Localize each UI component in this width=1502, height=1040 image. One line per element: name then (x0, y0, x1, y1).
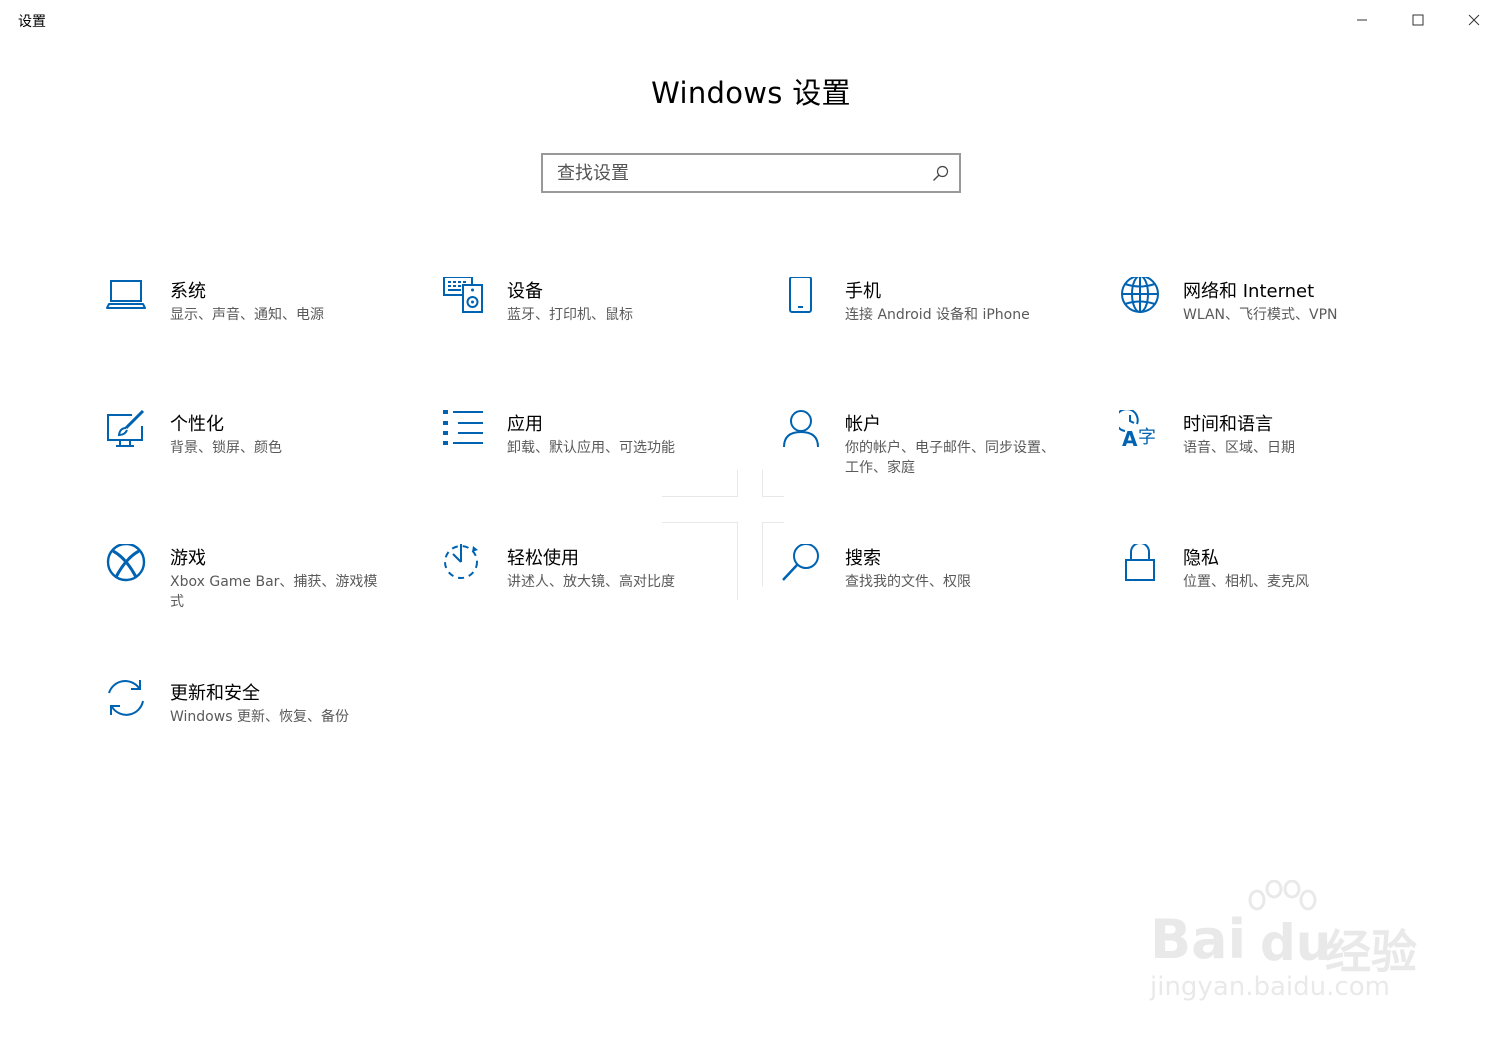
tile-description: 语音、区域、日期 (1183, 440, 1295, 456)
tile-title: 帐户 (845, 414, 881, 435)
tile-title: 游戏 (170, 548, 206, 569)
reveal-line (762, 470, 763, 496)
minimize-button[interactable] (1334, 0, 1390, 40)
tile-system[interactable]: 系统 显示、声音、通知、电源 (106, 277, 406, 377)
tile-description: 连接 Android 设备和 iPhone (845, 307, 1030, 323)
globe-icon (1119, 277, 1163, 321)
tile-description: 蓝牙、打印机、鼠标 (507, 307, 633, 323)
tile-privacy[interactable]: 隐私 位置、相机、麦克风 (1119, 544, 1419, 644)
tile-search[interactable]: 搜索 查找我的文件、权限 (781, 544, 1081, 644)
tile-time-language[interactable]: A 字 时间和语言 语音、区域、日期 (1119, 410, 1419, 510)
lock-icon (1119, 544, 1163, 588)
paint-icon (106, 410, 150, 454)
tile-description: 卸载、默认应用、可选功能 (507, 440, 675, 456)
time-language-icon: A 字 (1119, 410, 1163, 454)
tile-update-security[interactable]: 更新和安全 Windows 更新、恢复、备份 (106, 679, 406, 779)
watermark-url: jingyan.baidu.com (1150, 972, 1390, 1002)
laptop-icon (106, 277, 150, 321)
tile-description: Xbox Game Bar、捕获、游戏模式 (170, 574, 378, 610)
tile-accounts[interactable]: 帐户 你的帐户、电子邮件、同步设置、工作、家庭 (781, 410, 1081, 510)
watermark-brand: Bai (1150, 908, 1247, 971)
tile-description: Windows 更新、恢复、备份 (170, 709, 349, 725)
close-button[interactable] (1446, 0, 1502, 40)
svg-text:A: A (1122, 427, 1138, 451)
tile-description: 位置、相机、麦克风 (1183, 574, 1309, 590)
svg-text:字: 字 (1138, 427, 1156, 448)
person-icon (781, 410, 825, 454)
tile-title: 搜索 (845, 548, 881, 569)
tile-title: 隐私 (1183, 548, 1219, 569)
tile-apps[interactable]: 应用 卸载、默认应用、可选功能 (443, 410, 743, 510)
title-bar: 设置 (0, 0, 1502, 40)
tile-title: 轻松使用 (507, 548, 579, 569)
tile-title: 时间和语言 (1183, 414, 1273, 435)
xbox-icon (106, 544, 150, 588)
baidu-watermark: Bai du 经验 jingyan.baidu.com (1150, 880, 1440, 1010)
devices-icon (443, 277, 487, 321)
minimize-icon (1357, 19, 1367, 21)
ease-of-access-icon (443, 544, 487, 588)
sync-icon (106, 679, 150, 723)
tile-title: 系统 (170, 281, 206, 302)
tile-title: 网络和 Internet (1183, 281, 1315, 302)
settings-window: 设置 Windows 设置 查找设置 系统 显示、声音、通知、电源 设备 蓝牙、… (0, 0, 1502, 1040)
tile-personalization[interactable]: 个性化 背景、锁屏、颜色 (106, 410, 406, 510)
tile-title: 手机 (845, 281, 881, 302)
tile-description: 背景、锁屏、颜色 (170, 440, 282, 456)
window-controls (1334, 0, 1502, 40)
tile-description: 你的帐户、电子邮件、同步设置、工作、家庭 (845, 440, 1055, 476)
close-icon (1468, 14, 1480, 26)
tile-description: 显示、声音、通知、电源 (170, 307, 324, 323)
tile-description: WLAN、飞行模式、VPN (1183, 307, 1338, 323)
magnifier-icon (781, 544, 825, 588)
tile-title: 更新和安全 (170, 683, 260, 704)
maximize-button[interactable] (1390, 0, 1446, 40)
search-box[interactable] (541, 153, 961, 193)
tile-gaming[interactable]: 游戏 Xbox Game Bar、捕获、游戏模式 (106, 544, 406, 644)
page-title: Windows 设置 (651, 76, 851, 110)
phone-icon (781, 277, 825, 321)
tile-title: 设备 (507, 281, 543, 302)
tile-phone[interactable]: 手机 连接 Android 设备和 iPhone (781, 277, 1081, 377)
tile-network[interactable]: 网络和 Internet WLAN、飞行模式、VPN (1119, 277, 1419, 377)
search-input[interactable] (543, 155, 959, 191)
tile-ease-of-access[interactable]: 轻松使用 讲述人、放大镜、高对比度 (443, 544, 743, 644)
watermark-brand2: du (1260, 914, 1332, 972)
tile-description: 讲述人、放大镜、高对比度 (507, 574, 675, 590)
window-title: 设置 (18, 14, 46, 30)
tile-title: 应用 (507, 414, 543, 435)
reveal-line (762, 522, 763, 586)
reveal-line (762, 522, 784, 523)
search-icon[interactable] (932, 165, 949, 182)
tile-title: 个性化 (170, 414, 224, 435)
tile-description: 查找我的文件、权限 (845, 574, 971, 590)
tile-devices[interactable]: 设备 蓝牙、打印机、鼠标 (443, 277, 743, 377)
apps-list-icon (443, 410, 487, 454)
reveal-line (662, 522, 738, 523)
maximize-icon (1412, 14, 1424, 26)
